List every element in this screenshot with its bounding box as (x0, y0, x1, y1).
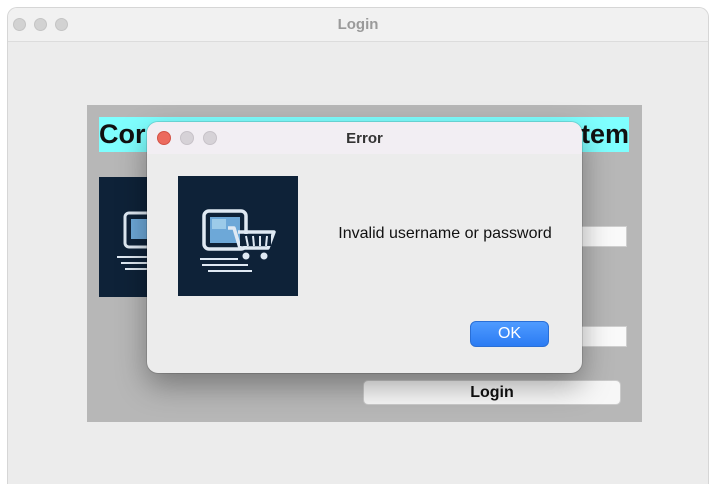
dialog-logo (178, 176, 298, 296)
title-bar: Login (8, 8, 708, 42)
login-button[interactable]: Login (363, 380, 621, 405)
heading-text-left: Cor (99, 119, 146, 149)
error-message: Invalid username or password (338, 225, 552, 242)
computer-cart-icon (200, 209, 276, 272)
ok-button[interactable]: OK (470, 321, 549, 347)
window-title: Login (337, 16, 379, 33)
dialog-title: Error (346, 130, 383, 147)
dialog-title-bar: Error (147, 122, 582, 154)
error-dialog: Error Invalid username or password OK (147, 122, 582, 373)
